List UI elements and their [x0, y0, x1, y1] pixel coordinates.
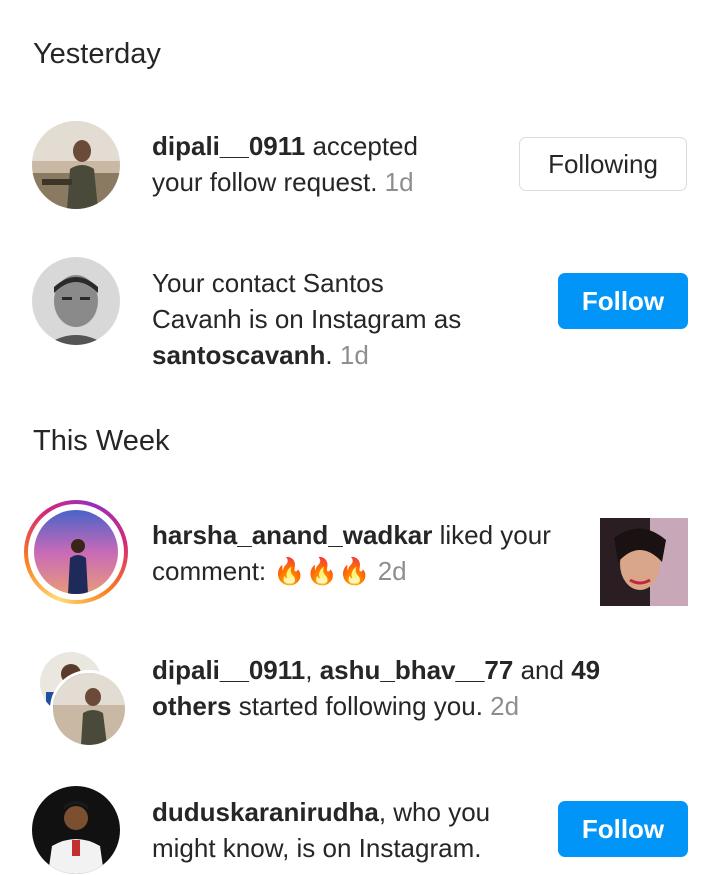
avatar-front[interactable]: [50, 670, 128, 748]
avatar[interactable]: [32, 786, 120, 874]
avatar[interactable]: [32, 257, 120, 345]
username-link[interactable]: santoscavanh: [152, 340, 325, 370]
notification-row[interactable]: dipali__0911, ashu_bhav__77 and 49 other…: [0, 652, 720, 748]
notification-text: dipali__0911 accepted your follow reques…: [152, 131, 418, 197]
timestamp: 1d: [377, 167, 414, 197]
notification-row[interactable]: dipali__0911 accepted your follow reques…: [0, 120, 720, 220]
username-link[interactable]: ashu_bhav__77: [320, 655, 514, 685]
follow-button[interactable]: Follow: [558, 801, 688, 857]
others-link[interactable]: others: [152, 691, 231, 721]
notification-text: Your contact Santos Cavanh is on Instagr…: [152, 268, 462, 370]
timestamp: 2d: [482, 691, 520, 721]
notification-row[interactable]: duduskaranirudha, who you might know, is…: [0, 786, 720, 875]
timestamp: 1d: [332, 340, 369, 370]
fire-emoji: 🔥🔥🔥: [273, 557, 371, 587]
notification-text: dipali__0911, ashu_bhav__77 and 49 other…: [152, 655, 601, 721]
story-ring-avatar[interactable]: [24, 500, 128, 604]
post-thumbnail[interactable]: [600, 518, 688, 606]
notification-row[interactable]: harsha_anand_wadkar liked your comment: …: [0, 500, 720, 606]
following-button[interactable]: Following: [519, 137, 687, 191]
username-link[interactable]: harsha_anand_wadkar: [152, 520, 432, 550]
notification-row[interactable]: Your contact Santos Cavanh is on Instagr…: [0, 256, 720, 376]
section-title-this-week: This Week: [33, 425, 170, 457]
timestamp: 2d: [370, 556, 407, 586]
section-title-yesterday: Yesterday: [33, 38, 161, 70]
avatar[interactable]: [32, 121, 120, 209]
username-link[interactable]: duduskaranirudha: [152, 797, 379, 827]
follow-button[interactable]: Follow: [558, 273, 688, 329]
username-link[interactable]: dipali__0911: [152, 131, 305, 161]
notification-text: harsha_anand_wadkar liked your comment: …: [152, 520, 551, 587]
avatar: [34, 510, 118, 594]
username-link[interactable]: dipali__0911: [152, 655, 305, 685]
notification-text: duduskaranirudha, who you might know, is…: [152, 797, 491, 863]
